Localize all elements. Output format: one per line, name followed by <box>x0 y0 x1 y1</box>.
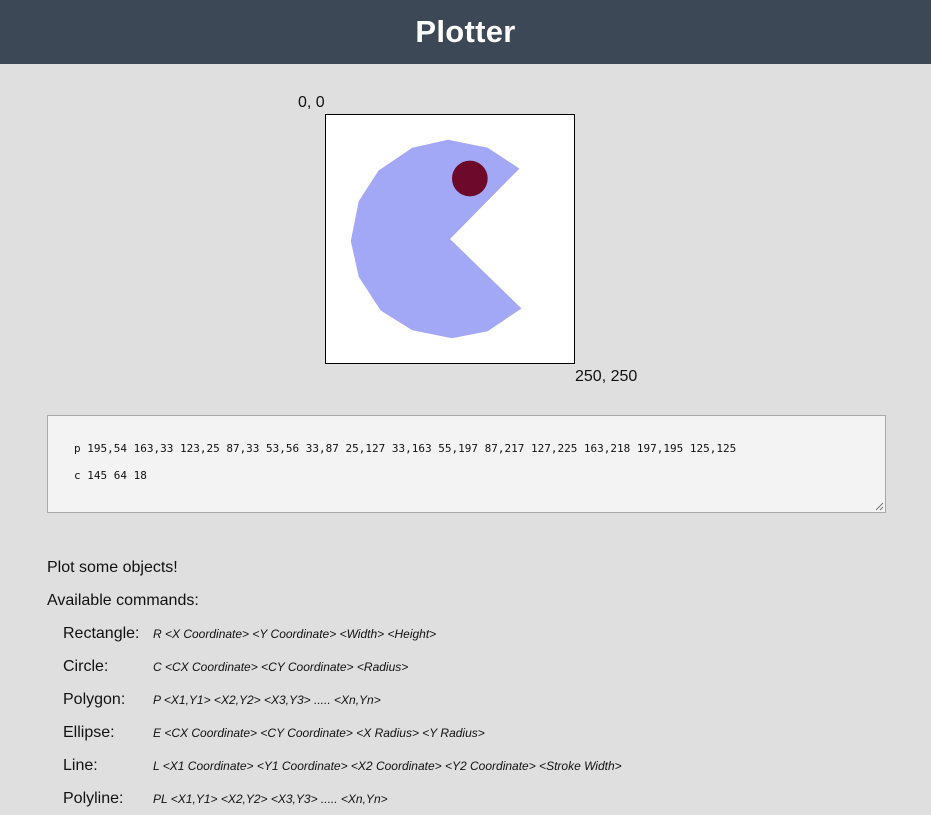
app-header: Plotter <box>0 0 931 64</box>
help-command-name: Rectangle: <box>63 624 140 642</box>
help-command-name: Line: <box>63 756 98 774</box>
help-row-polyline: Polyline: PL <X1,Y1> <X2,Y2> <X3,Y3> ...… <box>63 782 388 815</box>
help-row-rectangle: Rectangle: R <X Coordinate> <Y Coordinat… <box>63 617 436 650</box>
help-row-line: Line: L <X1 Coordinate> <Y1 Coordinate> … <box>63 749 622 782</box>
command-line-circle: c 145 64 18 <box>74 469 147 482</box>
page-title: Plotter <box>415 14 516 49</box>
canvas-origin-label: 0, 0 <box>298 94 325 111</box>
help-row-polygon: Polygon: P <X1,Y1> <X2,Y2> <X3,Y3> .....… <box>63 683 381 716</box>
resize-grip-icon[interactable] <box>875 502 884 511</box>
plot-svg <box>350 139 522 339</box>
help-command-name: Circle: <box>63 657 109 675</box>
help-row-circle: Circle: C <CX Coordinate> <CY Coordinate… <box>63 650 408 683</box>
canvas-max-label: 250, 250 <box>575 368 638 385</box>
commands-textarea[interactable]: p 195,54 163,33 123,25 87,33 53,56 33,87… <box>47 415 886 513</box>
help-command-name: Ellipse: <box>63 723 115 741</box>
help-row-ellipse: Ellipse: E <CX Coordinate> <CY Coordinat… <box>63 716 485 749</box>
help-command-syntax: P <X1,Y1> <X2,Y2> <X3,Y3> ..... <Xn,Yn> <box>153 692 381 707</box>
plot-canvas <box>325 114 575 364</box>
help-command-name: Polyline: <box>63 789 124 807</box>
plotted-polygon <box>350 139 522 339</box>
help-command-syntax: PL <X1,Y1> <X2,Y2> <X3,Y3> ..... <Xn,Yn> <box>153 791 388 806</box>
plotted-circle <box>451 160 488 197</box>
intro-text: Plot some objects! <box>47 559 178 576</box>
help-command-syntax: E <CX Coordinate> <CY Coordinate> <X Rad… <box>153 725 485 740</box>
available-commands-heading: Available commands: <box>47 592 199 609</box>
help-command-name: Polygon: <box>63 690 126 708</box>
help-command-syntax: C <CX Coordinate> <CY Coordinate> <Radiu… <box>153 659 409 674</box>
command-line-polygon: p 195,54 163,33 123,25 87,33 53,56 33,87… <box>74 442 737 455</box>
help-command-syntax: R <X Coordinate> <Y Coordinate> <Width> … <box>153 626 437 641</box>
help-command-syntax: L <X1 Coordinate> <Y1 Coordinate> <X2 Co… <box>153 758 622 773</box>
